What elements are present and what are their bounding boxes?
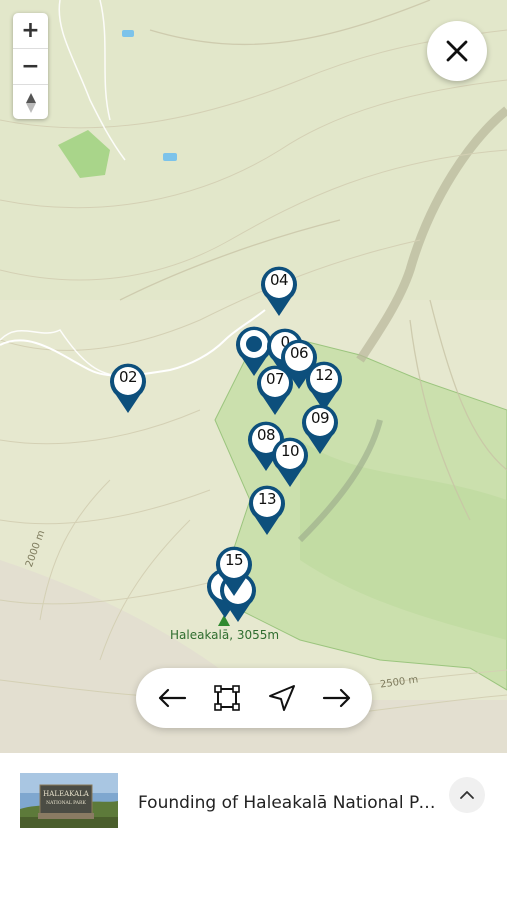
fit-bounds-button[interactable]	[205, 676, 249, 720]
expand-panel-button[interactable]	[449, 777, 485, 813]
pin-label: 04	[269, 271, 289, 289]
close-x-icon	[446, 40, 468, 62]
tour-navigation-bar	[136, 668, 372, 728]
chevron-up-icon	[460, 791, 474, 799]
compass-north-icon[interactable]	[13, 85, 48, 119]
map-pin-10[interactable]: 10	[270, 435, 310, 489]
map-view[interactable]: + − 04 02 0 06 07 12 09 08 10 13 15 Hale…	[0, 0, 507, 753]
arrow-right-icon	[322, 688, 350, 708]
pin-label: 10	[280, 442, 300, 460]
story-thumbnail[interactable]: HALEAKALA NATIONAL PARK	[20, 773, 118, 828]
map-pin-07[interactable]: 07	[255, 363, 295, 417]
map-pin-04[interactable]: 04	[259, 264, 299, 318]
thumb-sign-line1: HALEAKALA	[43, 790, 90, 798]
close-button[interactable]	[427, 21, 487, 81]
fit-bounds-icon	[213, 685, 240, 711]
pin-label: 02	[118, 368, 138, 386]
summit-label: Haleakalā, 3055m	[170, 628, 280, 642]
pin-label: 15	[224, 551, 244, 569]
story-title[interactable]: Founding of Haleakalā National Park	[138, 793, 438, 813]
locate-me-button[interactable]	[260, 676, 304, 720]
zoom-in-button[interactable]: +	[13, 13, 48, 49]
previous-stop-button[interactable]	[150, 676, 194, 720]
thumb-sign-line2: NATIONAL PARK	[46, 800, 86, 806]
map-pin-15[interactable]: 15	[214, 544, 254, 598]
pin-label: 13	[257, 490, 277, 508]
story-panel[interactable]: HALEAKALA NATIONAL PARK Founding of Hale…	[0, 753, 507, 900]
zoom-control: + −	[13, 13, 48, 119]
pin-label: 07	[265, 370, 285, 388]
next-stop-button[interactable]	[315, 676, 359, 720]
pin-label: 09	[310, 409, 330, 427]
arrow-left-icon	[158, 688, 186, 708]
pin-label: 12	[314, 366, 334, 384]
map-pin-13[interactable]: 13	[247, 483, 287, 537]
navigation-arrow-icon	[268, 685, 295, 711]
map-pin-02[interactable]: 02	[108, 361, 148, 415]
zoom-out-button[interactable]: −	[13, 49, 48, 85]
